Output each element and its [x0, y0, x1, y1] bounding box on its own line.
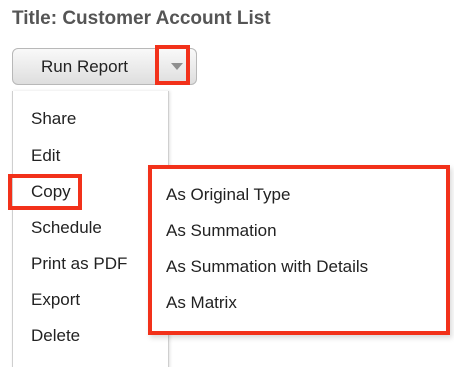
menu-item-share[interactable]: Share — [31, 109, 76, 129]
menu-item-edit[interactable]: Edit — [31, 146, 60, 166]
submenu-item-as-matrix[interactable]: As Matrix — [166, 293, 237, 313]
actions-menu: Share Edit Copy Schedule Print as PDF Ex… — [12, 91, 169, 367]
actions-dropdown-toggle[interactable] — [157, 49, 196, 84]
submenu-item-as-original-type[interactable]: As Original Type — [166, 185, 290, 205]
page-title: Title: Customer Account List — [12, 8, 271, 29]
menu-item-export[interactable]: Export — [31, 290, 80, 310]
copy-submenu: As Original Type As Summation As Summati… — [148, 165, 450, 335]
submenu-item-as-summation[interactable]: As Summation — [166, 221, 277, 241]
submenu-item-as-summation-with-details[interactable]: As Summation with Details — [166, 257, 368, 277]
run-report-split-button: Run Report — [12, 48, 197, 85]
report-page: Title: Customer Account List Run Report … — [0, 0, 454, 367]
menu-item-delete[interactable]: Delete — [31, 326, 80, 346]
run-report-button[interactable]: Run Report — [13, 49, 157, 84]
menu-item-copy[interactable]: Copy — [31, 182, 71, 202]
menu-item-schedule[interactable]: Schedule — [31, 218, 102, 238]
menu-item-print-as-pdf[interactable]: Print as PDF — [31, 254, 127, 274]
chevron-down-icon — [170, 63, 183, 70]
